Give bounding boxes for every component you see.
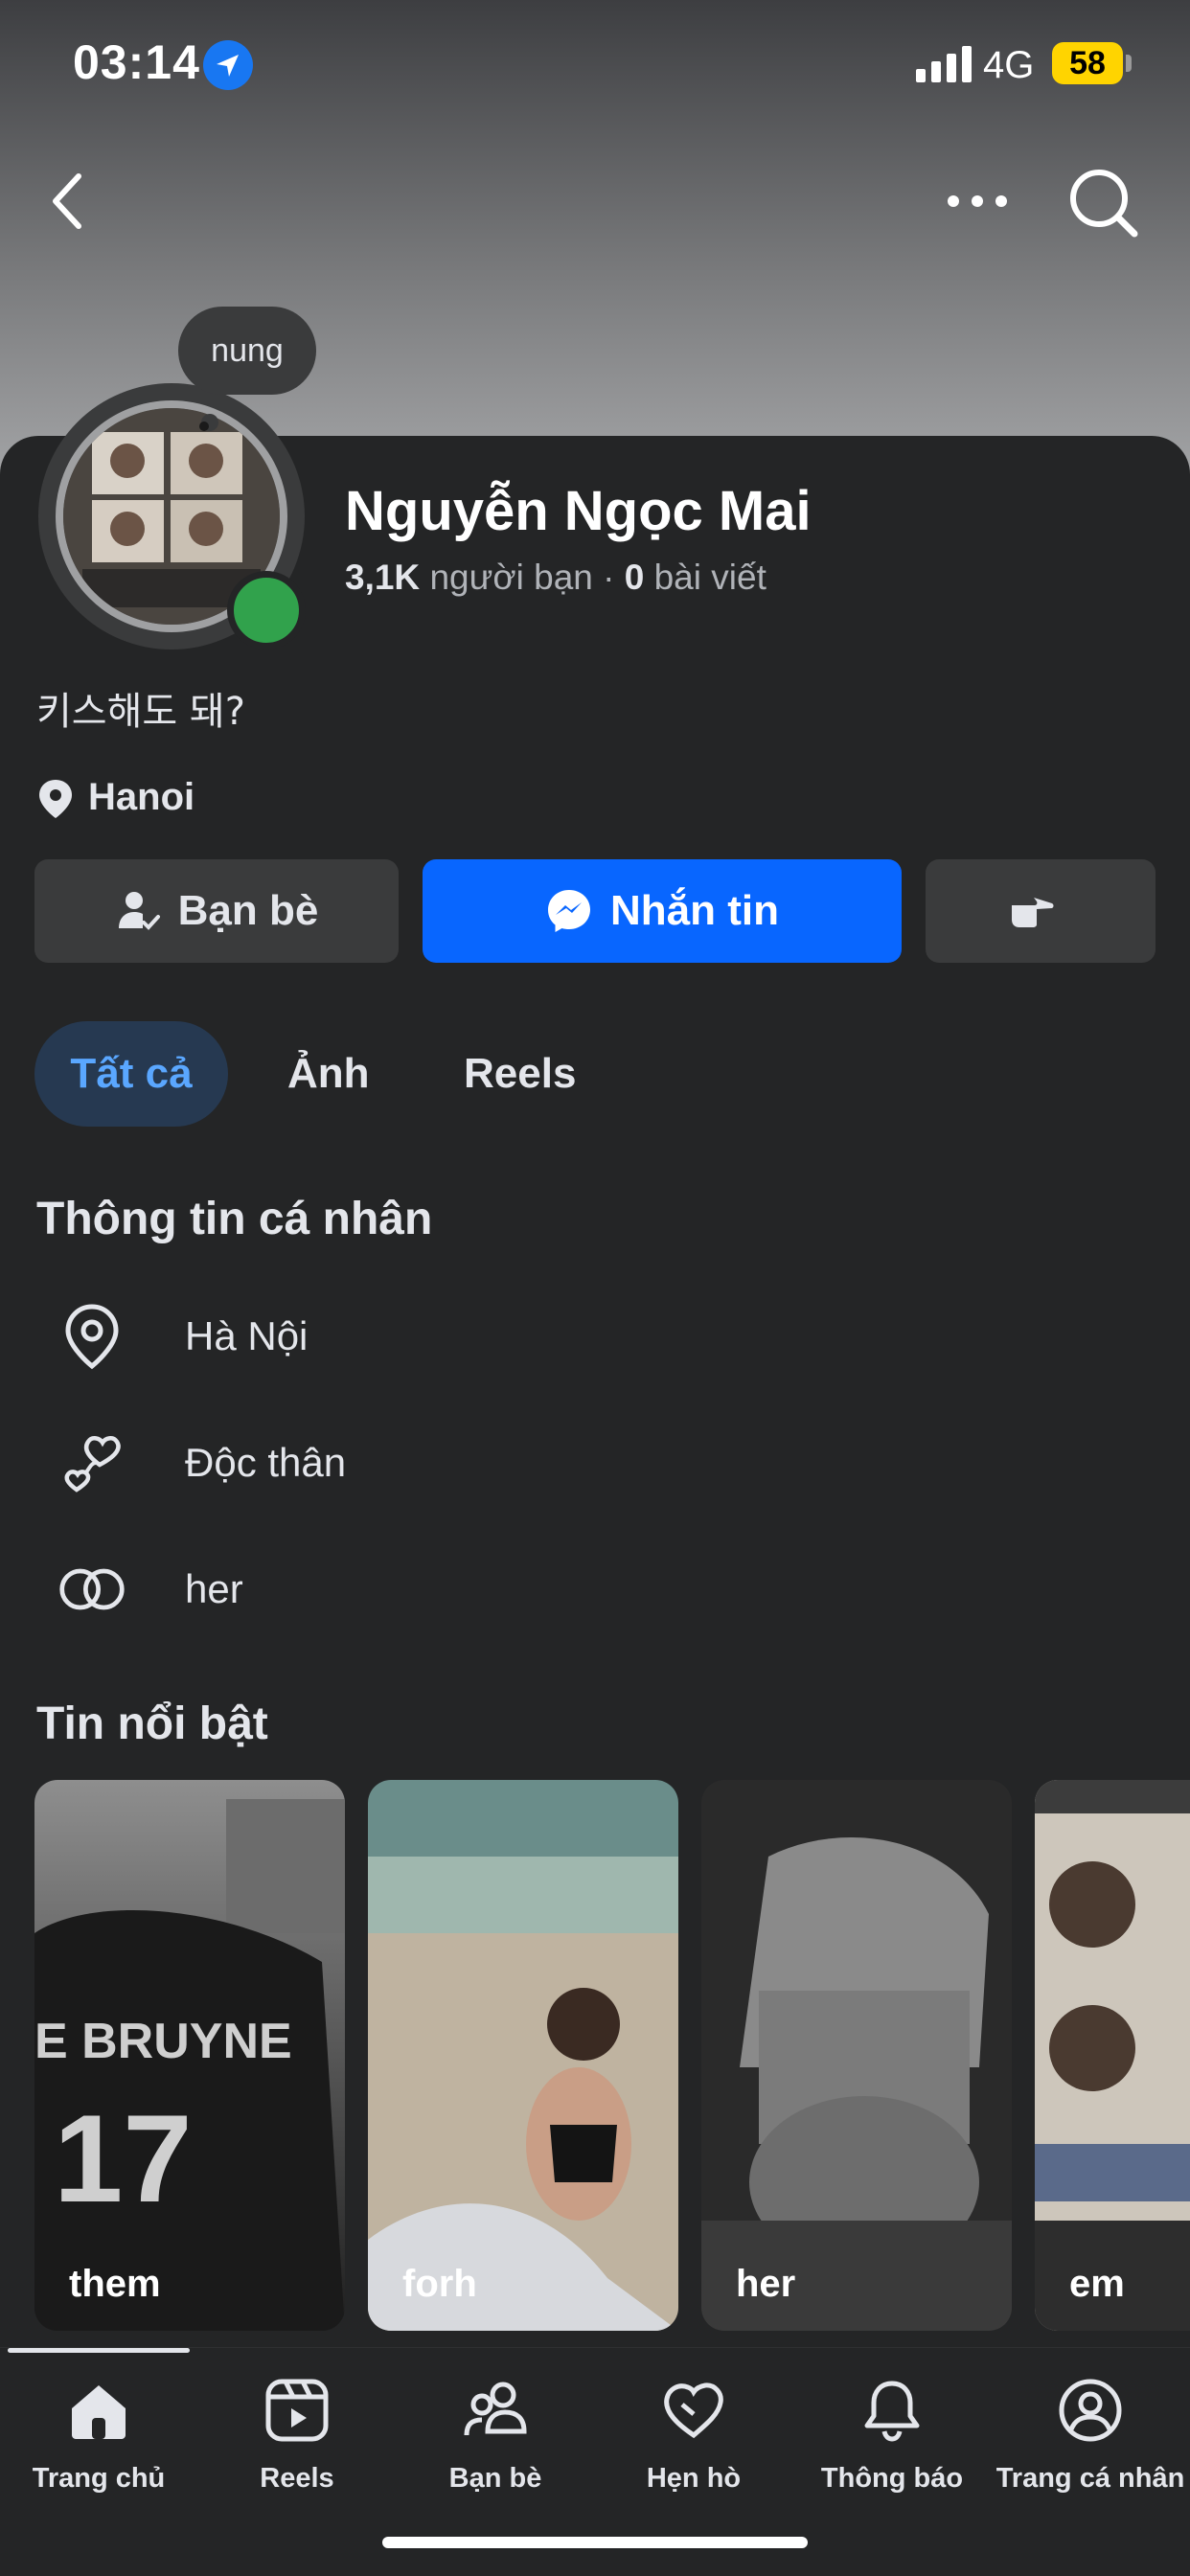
nav-dating[interactable]: Hẹn hò — [595, 2376, 792, 2495]
note-bubble[interactable]: nung — [178, 307, 316, 395]
highlight-card[interactable]: em — [1035, 1780, 1190, 2331]
status-bar: 03:14 4G 58 — [0, 0, 1190, 134]
hometown-row: Hanoi — [36, 776, 195, 820]
messenger-icon — [548, 890, 590, 932]
nav-label: Hẹn hò — [646, 2463, 742, 2494]
friends-count[interactable]: 3,1K — [345, 558, 420, 597]
home-icon — [72, 2385, 126, 2439]
rings-icon — [57, 1555, 126, 1624]
highlight-card[interactable]: E BRUYNE 17 them — [34, 1780, 345, 2331]
stats-separator: · — [603, 558, 615, 597]
about-item-relationship[interactable]: Độc thân — [57, 1425, 346, 1501]
about-item-text: Hà Nội — [185, 1313, 309, 1358]
location-pin-icon — [39, 780, 72, 819]
status-time: 03:14 — [73, 35, 200, 89]
tab-all[interactable]: Tất cả — [34, 1021, 228, 1127]
friends-label[interactable]: người bạn — [429, 558, 592, 597]
more-icon — [948, 195, 1007, 207]
nav-label: Bạn bè — [448, 2463, 542, 2494]
about-item-gender[interactable]: her — [57, 1551, 243, 1628]
highlights-title: Tin nổi bật — [36, 1698, 268, 1749]
nav-notifications[interactable]: Thông báo — [793, 2376, 991, 2495]
reels-icon — [265, 2379, 329, 2442]
profile-name: Nguyễn Ngọc Mai — [345, 480, 812, 542]
friend-check-icon — [118, 892, 160, 930]
svg-text:E BRUYNE: E BRUYNE — [34, 2014, 292, 2069]
chevron-left-icon — [53, 173, 81, 229]
note-bubble-tail-dot — [199, 422, 209, 431]
battery-cap — [1126, 55, 1132, 72]
online-status-dot — [227, 571, 306, 650]
highlight-label: forh — [402, 2263, 477, 2305]
highlight-label: them — [69, 2263, 161, 2305]
friends-icon — [464, 2382, 527, 2436]
nav-friends[interactable]: Bạn bè — [397, 2376, 594, 2495]
poke-button[interactable] — [926, 859, 1156, 963]
poke-hand-icon — [1012, 898, 1054, 927]
posts-count: 0 — [624, 558, 645, 597]
highlight-label: her — [736, 2263, 796, 2305]
home-indicator — [382, 2537, 808, 2548]
location-arrow-icon — [203, 40, 253, 90]
about-item-text: her — [185, 1566, 243, 1611]
posts-label: bài viết — [653, 558, 767, 597]
svg-text:17: 17 — [54, 2088, 193, 2228]
bell-icon — [864, 2381, 920, 2442]
nav-label: Trang chủ — [32, 2463, 166, 2494]
highlight-card[interactable]: forh — [368, 1780, 678, 2331]
location-pin-icon — [57, 1302, 126, 1371]
active-tab-indicator — [8, 2348, 190, 2353]
heart-icon — [664, 2382, 723, 2439]
hearts-icon — [57, 1428, 126, 1497]
hometown-text: Hanoi — [88, 776, 195, 818]
nav-home[interactable]: Trang chủ — [0, 2376, 197, 2495]
highlight-card[interactable]: her — [701, 1780, 1012, 2331]
nav-label: Reels — [260, 2463, 334, 2494]
message-button[interactable]: Nhắn tin — [423, 859, 902, 963]
search-button[interactable] — [1064, 163, 1142, 241]
back-button[interactable] — [38, 163, 96, 239]
nav-label: Trang cá nhân — [995, 2463, 1185, 2494]
friends-button-label: Bạn bè — [177, 887, 319, 934]
message-button-label: Nhắn tin — [610, 887, 779, 934]
profile-stats: 3,1K người bạn · 0 bài viết — [345, 558, 767, 598]
nav-label: Thông báo — [820, 2463, 964, 2494]
about-title: Thông tin cá nhân — [36, 1194, 433, 1244]
profile-icon — [1059, 2379, 1122, 2442]
more-options-button[interactable] — [939, 172, 1016, 230]
tab-reels[interactable]: Reels — [464, 1021, 576, 1127]
about-item-text: Độc thân — [185, 1440, 347, 1485]
network-type: 4G — [983, 44, 1035, 86]
friends-button[interactable]: Bạn bè — [34, 859, 399, 963]
nav-profile[interactable]: Trang cá nhân — [992, 2376, 1189, 2495]
highlights-strip: E BRUYNE 17 them forh her em — [0, 1780, 1190, 2331]
tab-photos[interactable]: Ảnh — [287, 1021, 370, 1127]
battery-icon: 58 — [1052, 42, 1123, 84]
search-icon — [1070, 170, 1138, 238]
about-item-hometown[interactable]: Hà Nội — [57, 1298, 308, 1375]
signal-icon — [916, 46, 972, 82]
highlight-label: em — [1069, 2263, 1125, 2305]
profile-bio: 키스해도 돼? — [36, 690, 245, 734]
nav-reels[interactable]: Reels — [198, 2376, 396, 2495]
